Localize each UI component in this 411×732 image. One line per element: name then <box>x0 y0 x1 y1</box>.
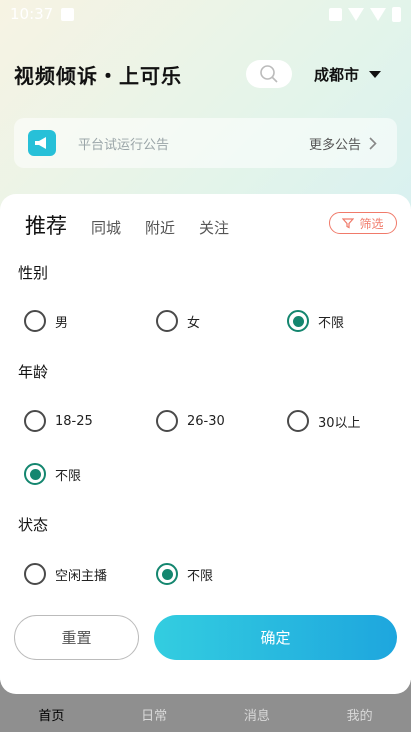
age-option-30-plus[interactable]: 30以上 <box>287 410 361 432</box>
age-option-26-30[interactable]: 26-30 <box>156 410 225 432</box>
radio-selected-icon <box>24 463 46 485</box>
confirm-label: 确定 <box>260 629 291 647</box>
gender-option-male[interactable]: 男 <box>24 310 68 332</box>
age-option-label: 30以上 <box>318 415 361 431</box>
search-icon <box>260 65 278 83</box>
notice-bar[interactable]: 平台试运行公告 更多公告 <box>14 118 397 168</box>
status-option-label: 不限 <box>187 568 214 584</box>
search-button[interactable] <box>246 60 292 88</box>
reset-button[interactable]: 重置 <box>14 615 139 660</box>
notice-text: 平台试运行公告 <box>78 137 170 153</box>
app-header: 视频倾诉・上可乐 成都市 <box>14 56 397 92</box>
filter-sheet: 推荐 同城 附近 关注 筛选 性别 男 女 不限 年龄 18-25 26-30 … <box>0 194 411 694</box>
radio-icon <box>24 410 46 432</box>
nav-messages-label: 消息 <box>243 709 270 724</box>
radio-icon <box>24 310 46 332</box>
gender-option-label: 女 <box>187 315 201 331</box>
radio-icon <box>287 410 309 432</box>
gender-option-female[interactable]: 女 <box>156 310 200 332</box>
status-time: 10:37 <box>10 5 54 23</box>
status-option-idle-host[interactable]: 空闲主播 <box>24 563 107 585</box>
nav-daily-label: 日常 <box>141 709 168 724</box>
filter-button[interactable]: 筛选 <box>329 212 397 234</box>
status-bar: 10:37 <box>0 0 411 28</box>
confirm-button[interactable]: 确定 <box>154 615 397 660</box>
tab-nearby[interactable]: 附近 <box>145 217 175 238</box>
radio-icon <box>24 563 46 585</box>
age-option-label: 18-25 <box>55 413 93 429</box>
megaphone-icon <box>28 130 56 156</box>
more-notices-label: 更多公告 <box>308 137 361 153</box>
gender-option-any[interactable]: 不限 <box>287 310 344 332</box>
radio-icon <box>156 410 178 432</box>
gender-title: 性别 <box>18 264 49 282</box>
status-option-any[interactable]: 不限 <box>156 563 213 585</box>
city-selector[interactable]: 成都市 <box>314 64 382 85</box>
tab-recommended[interactable]: 推荐 <box>25 210 67 240</box>
signal-icon <box>370 7 386 21</box>
city-label: 成都市 <box>314 66 360 84</box>
notification-icon <box>61 7 75 21</box>
app-title: 视频倾诉・上可乐 <box>14 63 182 88</box>
radio-icon <box>156 310 178 332</box>
age-option-any[interactable]: 不限 <box>24 463 81 485</box>
briefcase-icon <box>329 7 342 21</box>
more-notices-link[interactable]: 更多公告 <box>309 134 377 153</box>
reset-label: 重置 <box>61 629 92 647</box>
gender-option-label: 男 <box>55 315 69 331</box>
chevron-down-icon <box>369 71 382 78</box>
radio-selected-icon <box>287 310 309 332</box>
age-option-18-25[interactable]: 18-25 <box>24 410 93 432</box>
age-title: 年龄 <box>18 363 49 381</box>
gender-option-label: 不限 <box>318 315 345 331</box>
age-option-label: 26-30 <box>187 413 225 429</box>
battery-icon <box>392 6 401 22</box>
wifi-icon <box>348 7 364 21</box>
feed-tabs: 推荐 同城 附近 关注 <box>25 210 229 240</box>
status-option-label: 空闲主播 <box>55 568 108 584</box>
nav-profile-label: 我的 <box>346 709 373 724</box>
filter-label: 筛选 <box>359 216 384 231</box>
nav-home-label: 首页 <box>38 709 65 724</box>
tab-following[interactable]: 关注 <box>199 217 229 238</box>
chevron-right-icon <box>369 136 377 150</box>
radio-selected-icon <box>156 563 178 585</box>
tab-same-city[interactable]: 同城 <box>91 217 121 238</box>
funnel-icon <box>342 217 355 228</box>
status-title: 状态 <box>18 516 49 534</box>
age-option-label: 不限 <box>55 468 82 484</box>
